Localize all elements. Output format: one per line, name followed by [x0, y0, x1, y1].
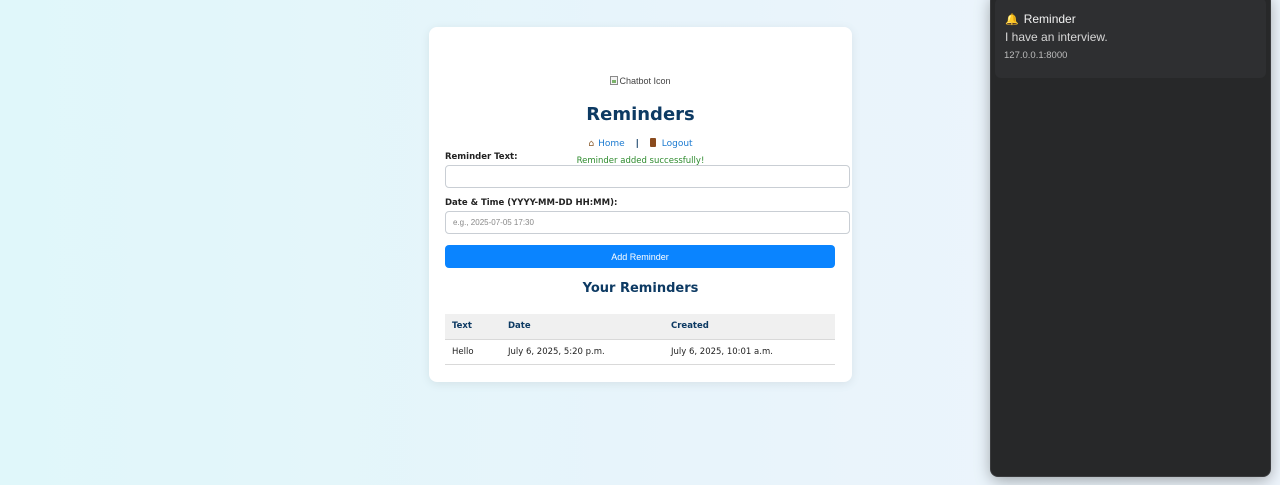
notification-center: 🔔 Reminder I have an interview. 127.0.0.… [991, 0, 1270, 476]
house-icon: ⌂ [588, 139, 595, 149]
door-icon [649, 138, 656, 147]
notification-source: 127.0.0.1:8000 [1004, 50, 1068, 61]
datetime-label: Date & Time (YYYY-MM-DD HH:MM): [445, 198, 618, 208]
nav-separator: | [635, 139, 639, 149]
reminder-notification[interactable]: 🔔 Reminder I have an interview. 127.0.0.… [995, 0, 1266, 78]
column-header-created: Created [664, 314, 835, 340]
column-header-date: Date [501, 314, 664, 340]
home-link-label: Home [598, 139, 625, 149]
reminders-table: Text Date Created Hello July 6, 2025, 5:… [445, 314, 835, 365]
table-row: Hello July 6, 2025, 5:20 p.m. July 6, 20… [445, 339, 835, 365]
add-reminder-button[interactable]: Add Reminder [445, 245, 835, 268]
reminder-date-cell: July 6, 2025, 5:20 p.m. [501, 339, 664, 365]
column-header-text: Text [445, 314, 501, 340]
notification-body: I have an interview. [1005, 30, 1108, 44]
broken-image-icon [610, 76, 619, 85]
bell-icon: 🔔 [1005, 13, 1019, 26]
reminder-text-input[interactable] [445, 165, 850, 188]
page-title: Reminders [586, 104, 695, 125]
top-nav: ⌂ Home | Logout [429, 138, 852, 149]
reminder-text-cell: Hello [445, 339, 501, 365]
home-link[interactable]: ⌂ Home [588, 139, 627, 149]
notification-title: 🔔 Reminder [1005, 12, 1076, 26]
notification-title-text: Reminder [1023, 12, 1076, 26]
reminder-created-cell: July 6, 2025, 10:01 a.m. [664, 339, 835, 365]
logo-container: Chatbot Icon [429, 70, 852, 89]
datetime-input[interactable] [445, 211, 850, 234]
reminder-text-label: Reminder Text: [445, 152, 518, 162]
your-reminders-heading: Your Reminders [582, 281, 699, 296]
reminders-card: Chatbot Icon Reminders ⌂ Home | Logout Re… [429, 27, 852, 382]
chatbot-logo-alt-text: Chatbot Icon [619, 75, 671, 86]
logout-link[interactable]: Logout [649, 138, 693, 149]
table-header-row: Text Date Created [445, 314, 835, 340]
logout-link-label: Logout [661, 139, 693, 149]
chatbot-logo-image: Chatbot Icon [610, 75, 671, 86]
